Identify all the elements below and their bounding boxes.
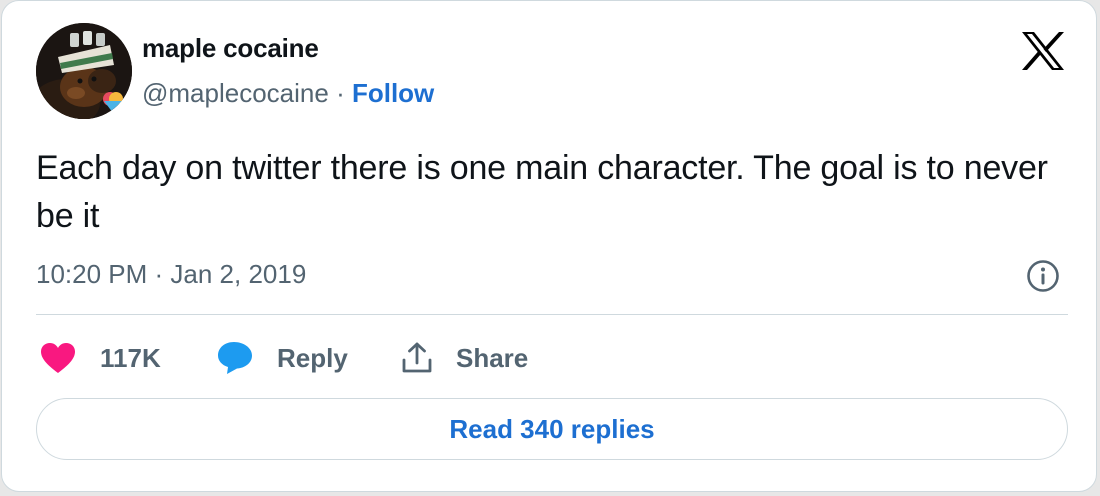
reply-button[interactable]: Reply xyxy=(217,334,348,382)
reply-bubble-icon xyxy=(218,342,252,374)
share-icon xyxy=(402,342,432,373)
tweet-card: maple cocaine @maplecocaine · Follow Eac… xyxy=(1,0,1097,492)
like-count: 117K xyxy=(100,342,161,373)
share-button[interactable]: Share xyxy=(400,334,528,382)
heart-icon xyxy=(41,343,75,373)
tweet-text: Each day on twitter there is one main ch… xyxy=(36,149,1048,235)
separator-dot: · xyxy=(336,78,345,108)
reply-label: Reply xyxy=(277,342,348,373)
info-icon[interactable] xyxy=(1026,259,1060,293)
read-replies-button[interactable]: Read 340 replies xyxy=(36,398,1068,460)
share-label: Share xyxy=(456,342,529,373)
avatar[interactable] xyxy=(36,23,132,119)
tweet-timestamp[interactable]: 10:20 PM · Jan 2, 2019 xyxy=(36,259,306,290)
follow-link[interactable]: Follow xyxy=(352,78,434,108)
like-button[interactable]: 117K xyxy=(40,334,161,382)
divider xyxy=(36,314,1068,315)
author-handle[interactable]: @maplecocaine xyxy=(142,78,329,108)
author-display-name[interactable]: maple cocaine xyxy=(142,33,319,64)
x-logo-icon[interactable] xyxy=(1020,31,1066,71)
author-handle-row: @maplecocaine · Follow xyxy=(142,78,434,109)
dog-avatar-icon xyxy=(36,23,132,119)
